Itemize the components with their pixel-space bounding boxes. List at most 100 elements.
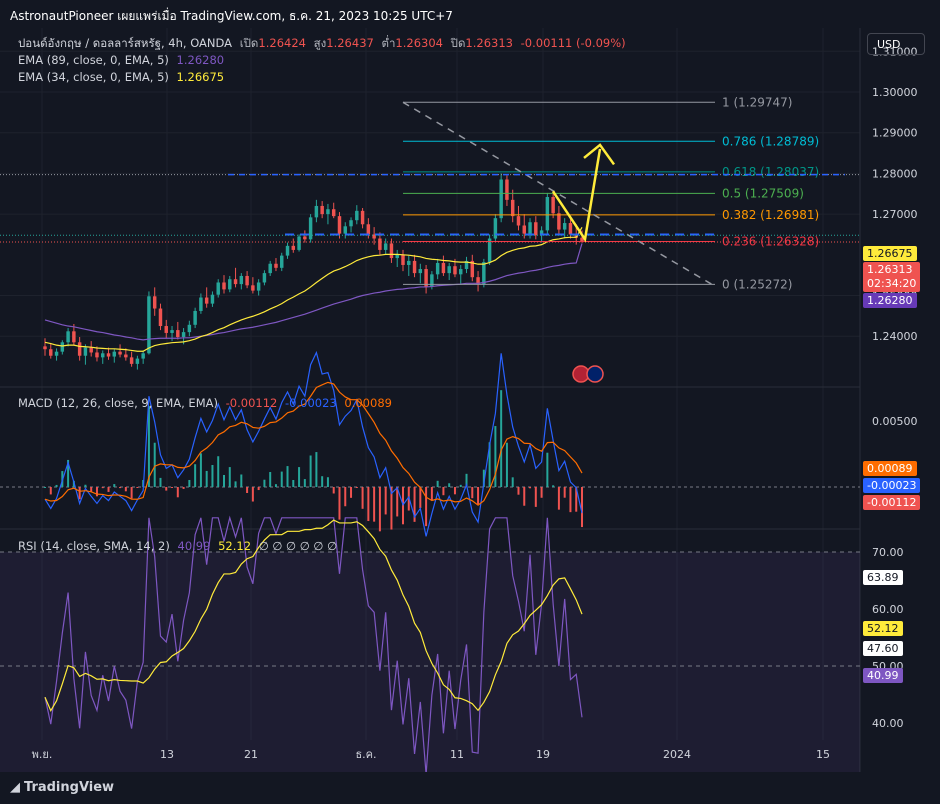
candle-body xyxy=(395,254,399,259)
close-label: ปิด xyxy=(450,36,466,50)
candle-body xyxy=(297,236,301,250)
fib-label-0: 0 (1.25272) xyxy=(722,277,792,291)
candle-body xyxy=(256,282,261,291)
macd-histogram-bar xyxy=(159,477,162,487)
macd-histogram-bar xyxy=(332,487,335,494)
candle-body xyxy=(60,342,65,352)
macd-histogram-bar xyxy=(199,453,202,487)
candle-body xyxy=(112,351,117,357)
macd-histogram-bar xyxy=(309,455,312,487)
ema34-label: EMA (34, close, 0, EMA, 5) xyxy=(18,70,169,84)
candle-body xyxy=(459,269,463,275)
low-value: 1.26304 xyxy=(395,36,443,50)
macd-histogram-bar xyxy=(430,487,433,500)
macd-histogram-bar xyxy=(378,487,381,532)
macd-histogram-bar xyxy=(286,466,289,487)
macd-histogram-bar xyxy=(303,479,306,487)
tv-logo-icon: ◢ xyxy=(10,780,20,795)
brand-name: TradingView xyxy=(24,780,115,795)
macd-histogram-bar xyxy=(234,481,237,487)
candle-body xyxy=(453,266,457,275)
ema89-legend-row[interactable]: EMA (89, close, 0, EMA, 5) 1.26280 xyxy=(18,52,630,69)
time-axis-label: 15 xyxy=(816,748,830,761)
candle-body xyxy=(499,179,503,219)
candle-body xyxy=(210,294,215,304)
macd-histogram-bar xyxy=(448,483,451,487)
macd-histogram-bar xyxy=(49,487,52,495)
macd-histogram-bar xyxy=(217,456,220,487)
candle-body xyxy=(101,353,105,358)
candle-body xyxy=(204,297,209,304)
open-value: 1.26424 xyxy=(258,36,306,50)
price-axis-label: 1.29000 xyxy=(872,127,918,140)
macd-histogram-bar xyxy=(101,487,104,489)
candle-body xyxy=(280,255,284,268)
candle-body xyxy=(158,308,163,327)
close-price-tag: 1.26313 02:34:20 xyxy=(863,262,921,292)
ema34-line xyxy=(44,227,583,352)
uk-flag-icon xyxy=(586,365,604,383)
change-value: -0.00111 (-0.09%) xyxy=(520,36,626,50)
candle-body xyxy=(233,279,238,285)
macd-hist-value: -0.00112 xyxy=(225,396,278,410)
time-axis-label: ธ.ค. xyxy=(355,748,376,761)
macd-histogram-bar xyxy=(540,487,543,498)
macd-histogram-bar xyxy=(453,487,456,495)
ema89-price-tag: 1.26280 xyxy=(863,293,917,308)
candle-body xyxy=(343,226,347,234)
macd-histogram-bar xyxy=(534,487,537,507)
candle-body xyxy=(568,223,573,235)
candle-body xyxy=(424,269,428,287)
macd-histogram-bar xyxy=(425,487,428,527)
macd-histogram-bar xyxy=(367,487,370,522)
currency-button[interactable]: USD xyxy=(867,33,925,55)
candle-body xyxy=(510,199,515,217)
fib-label-0.618: 0.618 (1.28037) xyxy=(722,165,819,179)
close-value: 1.26313 xyxy=(465,36,513,50)
footer: ◢ TradingView xyxy=(0,772,940,804)
candle-body xyxy=(83,347,88,356)
price-axis-label: 1.28000 xyxy=(872,167,918,180)
candle-body xyxy=(337,216,342,234)
time-axis-label: 11 xyxy=(450,748,464,761)
candle-body xyxy=(49,349,53,356)
macd-histogram-bar xyxy=(130,487,133,499)
rsi-axis-label: 70.00 xyxy=(872,546,904,559)
macd-histogram-bar xyxy=(246,487,249,494)
macd-legend[interactable]: MACD (12, 26, close, 9, EMA, EMA) -0.001… xyxy=(18,396,396,410)
macd-histogram-bar xyxy=(176,487,179,498)
time-axis-label: พ.ย. xyxy=(32,748,53,761)
macd-histogram-bar xyxy=(436,480,439,487)
candle-body xyxy=(176,330,180,338)
candle-body xyxy=(482,262,486,285)
macd-histogram-bar xyxy=(55,484,58,487)
rsi-axis-label: 40.00 xyxy=(872,717,904,730)
fib-label-0.236: 0.236 (1.26328) xyxy=(722,234,819,248)
rsi-value: 40.99 xyxy=(177,539,211,553)
candle-body xyxy=(106,353,111,357)
tradingview-logo[interactable]: ◢ TradingView xyxy=(10,780,114,795)
candle-body xyxy=(349,220,353,227)
candle-body xyxy=(222,282,226,290)
macd-histogram-bar xyxy=(240,474,243,487)
candle-body xyxy=(407,260,411,265)
ema34-legend-row[interactable]: EMA (34, close, 0, EMA, 5) 1.26675 xyxy=(18,69,630,86)
candle-body xyxy=(360,210,365,225)
publish-title: AstronautPioneer เผยแพร่เมื่อ TradingVie… xyxy=(10,9,453,23)
macd-histogram-bar xyxy=(153,442,156,487)
rsi-legend[interactable]: RSI (14, close, SMA, 14, 2) 40.99 52.12 … xyxy=(18,539,341,553)
macd-histogram-bar xyxy=(355,487,358,488)
symbol-name[interactable]: ปอนด์อังกฤษ / ดอลลาร์สหรัฐ, 4h, OANDA xyxy=(18,36,232,50)
macd-histogram-bar xyxy=(95,487,98,497)
macd-histogram-bar xyxy=(315,452,318,487)
macd-histogram-bar xyxy=(581,487,583,528)
candle-body xyxy=(320,205,324,215)
macd-signal-value: 0.00089 xyxy=(344,396,392,410)
candle-body xyxy=(268,263,272,274)
macd-histogram-bar xyxy=(182,487,185,489)
candle-body xyxy=(314,205,319,218)
macd-histogram-bar xyxy=(274,484,277,487)
candle-body xyxy=(378,238,382,250)
candle-body xyxy=(355,210,359,221)
macd-histogram-bar xyxy=(511,477,514,487)
